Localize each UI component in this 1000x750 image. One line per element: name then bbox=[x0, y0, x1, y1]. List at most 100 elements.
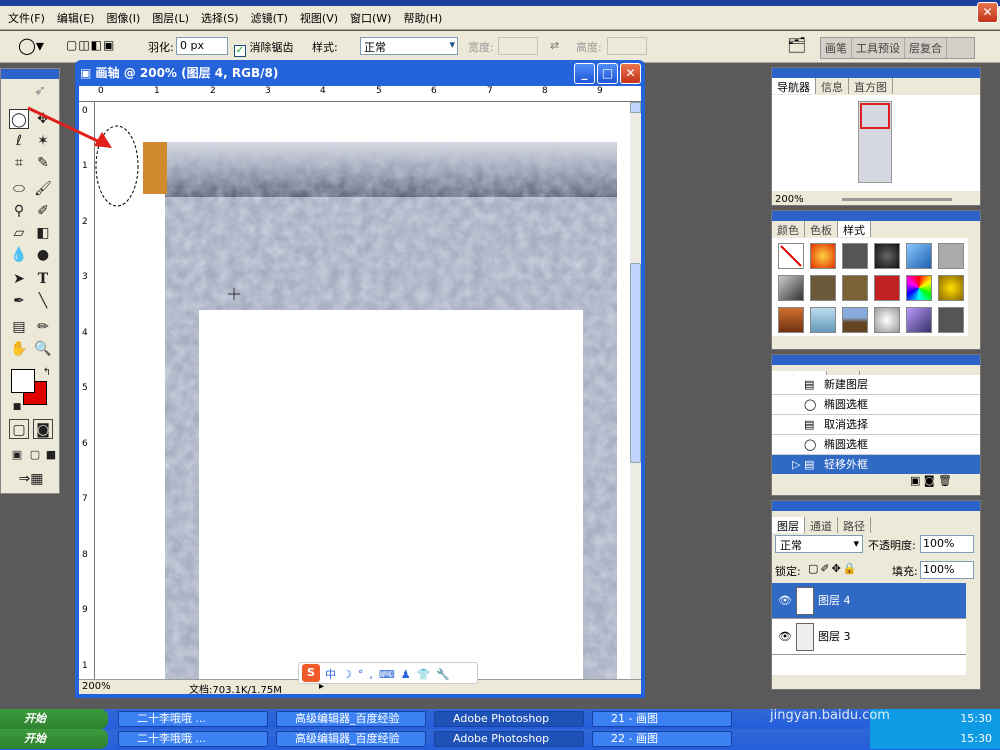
tab-navigator[interactable]: 导航器 bbox=[772, 78, 816, 94]
tab-swatches[interactable]: 色板 bbox=[805, 221, 838, 237]
style-swatch[interactable] bbox=[906, 243, 932, 269]
menu-view[interactable]: 视图(V) bbox=[294, 10, 344, 26]
task-button[interactable]: 高级编辑器_百度经验 bbox=[276, 731, 426, 747]
maximize-button[interactable]: □ bbox=[597, 63, 618, 84]
navigator-zoom[interactable]: 200% bbox=[775, 194, 804, 205]
style-swatch[interactable] bbox=[938, 307, 964, 333]
eraser-tool-icon[interactable]: ▱ bbox=[9, 223, 29, 243]
style-swatch[interactable] bbox=[938, 243, 964, 269]
styles-titlebar[interactable] bbox=[772, 211, 980, 221]
file-browser-icon[interactable]: 🗂 bbox=[787, 36, 806, 54]
blend-mode-select[interactable]: 正常 ▾ bbox=[775, 535, 863, 553]
style-swatch[interactable] bbox=[874, 307, 900, 333]
tab-brushes[interactable]: 画笔 bbox=[821, 38, 852, 58]
style-swatch[interactable] bbox=[874, 243, 900, 269]
antialias-checkbox[interactable]: ✓ 消除锯齿 bbox=[234, 39, 294, 57]
style-swatch[interactable] bbox=[842, 243, 868, 269]
hand-tool-icon[interactable]: ✋ bbox=[9, 339, 29, 359]
swap-colors-icon[interactable]: ↰ bbox=[37, 363, 57, 383]
stamp-tool-icon[interactable]: ⚲ bbox=[9, 201, 29, 221]
history-item[interactable]: ◯ 椭圆选框 bbox=[772, 395, 980, 415]
default-colors-icon[interactable]: ■ bbox=[7, 397, 27, 417]
visibility-eye-icon[interactable]: 👁 bbox=[778, 583, 792, 619]
path-select-tool-icon[interactable]: ➤ bbox=[9, 269, 29, 289]
minimize-button[interactable]: _ bbox=[574, 63, 595, 84]
style-swatch[interactable] bbox=[874, 275, 900, 301]
lock-icons[interactable]: ▢✐✥🔒 bbox=[808, 562, 859, 575]
menu-help[interactable]: 帮助(H) bbox=[397, 10, 448, 26]
menu-file[interactable]: 文件(F) bbox=[2, 10, 51, 26]
zoom-tool-icon[interactable]: 🔍 bbox=[33, 339, 53, 359]
style-swatch[interactable] bbox=[810, 307, 836, 333]
width-input[interactable] bbox=[498, 37, 538, 55]
healing-brush-tool-icon[interactable]: ⬭ bbox=[9, 179, 29, 199]
ellipse-marquee-icon[interactable]: ◯▾ bbox=[18, 36, 44, 55]
clock[interactable]: 15:30 bbox=[960, 732, 992, 745]
tab-layer-comps[interactable]: 层复合 bbox=[905, 38, 947, 58]
style-swatch[interactable] bbox=[810, 243, 836, 269]
screen-mode-black-icon[interactable]: ■ bbox=[41, 445, 61, 465]
menu-image[interactable]: 图像(I) bbox=[100, 10, 146, 26]
navigator-view-box[interactable] bbox=[860, 103, 890, 129]
notes-tool-icon[interactable]: ▤ bbox=[9, 317, 29, 337]
style-swatch[interactable] bbox=[938, 275, 964, 301]
eyedropper-tool-icon[interactable]: ✏ bbox=[33, 317, 53, 337]
start-button[interactable]: 开始 bbox=[0, 709, 108, 729]
dodge-tool-icon[interactable]: ● bbox=[33, 245, 53, 265]
pen-tool-icon[interactable]: ✒ bbox=[9, 291, 29, 311]
menu-select[interactable]: 选择(S) bbox=[195, 10, 245, 26]
feather-input[interactable]: 0 px bbox=[176, 37, 228, 55]
selection-mode-icons[interactable]: ▢◫◧▣ bbox=[66, 38, 115, 52]
visibility-eye-icon[interactable]: 👁 bbox=[778, 619, 792, 655]
history-footer-icons[interactable]: ▣ ◙ 🗑 bbox=[772, 474, 980, 487]
tab-tool-presets[interactable]: 工具预设 bbox=[852, 38, 905, 58]
gradient-tool-icon[interactable]: ◧ bbox=[33, 223, 53, 243]
style-swatch[interactable] bbox=[778, 307, 804, 333]
quick-mask-icon[interactable]: ◙ bbox=[33, 419, 53, 439]
ime-tool-icons[interactable]: 中☽°,⌨♟👕🔧 bbox=[325, 666, 456, 682]
sogou-logo-icon[interactable]: S bbox=[302, 664, 320, 682]
layer-row[interactable]: 👁 图层 3 bbox=[772, 619, 966, 655]
type-tool-icon[interactable]: T bbox=[33, 269, 53, 289]
style-select[interactable]: 正常 ▾ bbox=[360, 37, 458, 55]
close-button[interactable]: ✕ bbox=[620, 63, 641, 84]
zoom-level[interactable]: 200% bbox=[82, 681, 111, 692]
style-swatch[interactable] bbox=[842, 275, 868, 301]
task-button[interactable]: 二十李哦哦 ... bbox=[118, 731, 268, 747]
style-swatch[interactable] bbox=[906, 275, 932, 301]
foreground-color-swatch[interactable] bbox=[11, 369, 35, 393]
task-button[interactable]: 高级编辑器_百度经验 bbox=[276, 711, 426, 727]
history-item[interactable]: ◯ 椭圆选框 bbox=[772, 435, 980, 455]
style-swatch[interactable] bbox=[778, 275, 804, 301]
tab-layers[interactable]: 图层 bbox=[772, 517, 805, 533]
canvas[interactable] bbox=[95, 102, 630, 679]
menu-edit[interactable]: 编辑(E) bbox=[51, 10, 101, 26]
menu-layer[interactable]: 图层(L) bbox=[146, 10, 195, 26]
screen-mode-icons[interactable]: ▣ bbox=[7, 445, 27, 465]
vertical-scrollbar[interactable] bbox=[630, 102, 641, 679]
layers-titlebar[interactable] bbox=[772, 501, 980, 511]
history-item[interactable]: ▤ 取消选择 bbox=[772, 415, 980, 435]
history-item-selected[interactable]: ▷ ▤ 轻移外框 bbox=[772, 455, 980, 474]
task-button-photoshop[interactable]: Adobe Photoshop bbox=[434, 711, 584, 727]
menu-window[interactable]: 窗口(W) bbox=[344, 10, 397, 26]
standard-mode-icon[interactable]: ▢ bbox=[9, 419, 29, 439]
menu-filter[interactable]: 滤镜(T) bbox=[245, 10, 294, 26]
task-button[interactable]: 21 - 画图 bbox=[592, 711, 732, 727]
clock[interactable]: 15:30 bbox=[960, 712, 992, 725]
line-tool-icon[interactable]: ╲ bbox=[33, 291, 53, 311]
swap-icon[interactable]: ⇄ bbox=[550, 39, 559, 52]
start-button[interactable]: 开始 bbox=[0, 729, 108, 749]
task-button[interactable]: 二十李哦哦 ... bbox=[118, 711, 268, 727]
task-button-photoshop[interactable]: Adobe Photoshop bbox=[434, 731, 584, 747]
app-close-button[interactable]: ✕ bbox=[977, 2, 998, 23]
tab-info[interactable]: 信息 bbox=[816, 78, 849, 94]
navigator-zoom-slider[interactable] bbox=[842, 198, 952, 201]
navigator-titlebar[interactable] bbox=[772, 68, 980, 78]
height-input[interactable] bbox=[607, 37, 647, 55]
tab-histogram[interactable]: 直方图 bbox=[849, 78, 893, 94]
task-button[interactable]: 22 - 画图 bbox=[592, 731, 732, 747]
history-item[interactable]: ▤ 新建图层 bbox=[772, 375, 980, 395]
scroll-up-button[interactable] bbox=[630, 102, 641, 113]
history-titlebar[interactable] bbox=[772, 355, 980, 365]
